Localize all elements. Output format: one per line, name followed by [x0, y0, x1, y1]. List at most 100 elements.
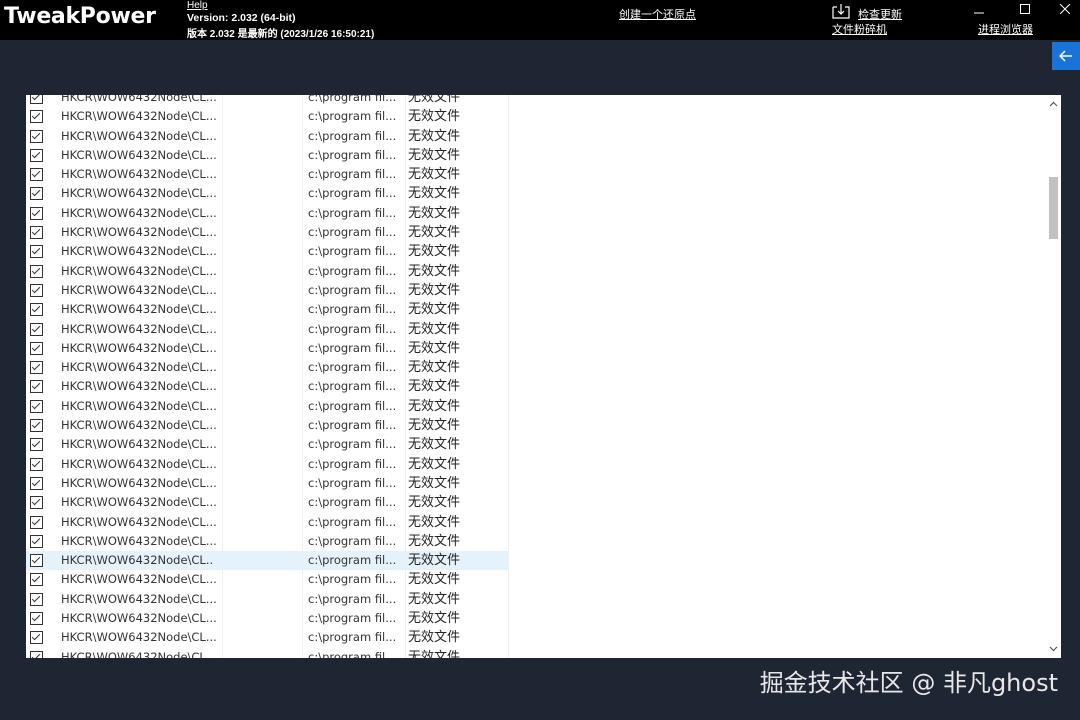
registry-key-cell: HKCR\WOW6432Node\CL... — [50, 589, 223, 610]
checkbox-checked-icon[interactable] — [30, 419, 43, 433]
issue-description-cell: 无效文件 — [403, 512, 509, 532]
file-path-cell: c:\program fil... — [303, 358, 406, 378]
checkbox-checked-icon[interactable] — [30, 110, 43, 124]
checkbox-checked-icon[interactable] — [30, 534, 43, 548]
table-row[interactable]: HKCR\WOW6432Node\CL... c:\program fil... 无… — [26, 609, 1046, 629]
checkbox-checked-icon[interactable] — [30, 226, 43, 240]
empty-cell — [212, 396, 303, 417]
table-row[interactable]: HKCR\WOW6432Node\CL... c:\program fil... 无… — [26, 184, 1046, 204]
table-row[interactable]: HKCR\WOW6432Node\CL... c:\program fil... 无… — [26, 145, 1046, 166]
maximize-button[interactable] — [1014, 1, 1036, 17]
checkbox-checked-icon[interactable] — [30, 592, 43, 606]
checkbox-checked-icon[interactable] — [30, 457, 43, 471]
registry-key-cell: HKCR\WOW6432Node\CL... — [50, 338, 223, 359]
checkbox-checked-icon[interactable] — [30, 476, 43, 490]
table-row[interactable]: HKCR\WOW6432Node\CL... c:\program fil... 无… — [26, 261, 1046, 281]
vertical-scrollbar[interactable] — [1045, 95, 1061, 658]
checkbox-checked-icon[interactable] — [30, 631, 43, 645]
registry-key-cell: HKCR\WOW6432Node\CL... — [50, 609, 223, 629]
checkbox-checked-icon[interactable] — [30, 515, 43, 529]
checkbox-checked-icon[interactable] — [30, 245, 43, 259]
registry-key-cell: HKCR\WOW6432Node\CL... — [50, 435, 223, 455]
minimize-button[interactable] — [968, 1, 990, 17]
results-list[interactable]: HKCR\WOW6432Node\CL... c:\program fil... 无… — [26, 95, 1061, 658]
checkbox-checked-icon[interactable] — [30, 264, 43, 278]
table-row[interactable]: HKCR\WOW6432Node\CL... c:\program fil... 无… — [26, 126, 1046, 146]
checkbox-checked-icon[interactable] — [30, 187, 43, 201]
table-row[interactable]: HKCR\WOW6432Node\CL... c:\program fil... 无… — [26, 416, 1046, 436]
checkbox-checked-icon[interactable] — [30, 573, 43, 587]
table-row[interactable]: HKCR\WOW6432Node\CL... c:\program fil... 无… — [26, 300, 1046, 320]
checkbox-checked-icon[interactable] — [30, 168, 43, 182]
registry-key-cell: HKCR\WOW6432Node\CL... — [50, 647, 223, 658]
table-row[interactable]: HKCR\WOW6432Node\CL... c:\program fil... 无… — [26, 531, 1046, 552]
table-row[interactable]: HKCR\WOW6432Node\CL... c:\program fil... 无… — [26, 242, 1046, 262]
checkbox-checked-icon[interactable] — [30, 650, 43, 658]
table-row[interactable]: HKCR\WOW6432Node\CL... c:\program fil... 无… — [26, 512, 1046, 532]
scroll-up-button[interactable] — [1045, 97, 1061, 111]
checkbox-checked-icon[interactable] — [30, 303, 43, 317]
table-row[interactable]: HKCR\WOW6432Node\CL... c:\program fil... 无… — [26, 377, 1046, 397]
checkbox-checked-icon[interactable] — [30, 554, 43, 568]
table-row[interactable]: HKCR\WOW6432Node\CL... c:\program fil... 无… — [26, 589, 1046, 610]
row-checkbox-cell — [26, 493, 50, 512]
table-row[interactable]: HKCR\WOW6432Node\CL... c:\program fil... 无… — [26, 435, 1046, 455]
empty-cell — [212, 319, 303, 339]
scroll-down-button[interactable] — [1045, 642, 1061, 656]
table-row[interactable]: HKCR\WOW6432Node\CL... c:\program fil... 无… — [26, 493, 1046, 513]
checkbox-checked-icon[interactable] — [30, 283, 43, 297]
issue-description-cell: 无效文件 — [403, 242, 509, 262]
table-row[interactable]: HKCR\WOW6432Node\CL... c:\program fil... 无… — [26, 570, 1046, 590]
checkbox-checked-icon[interactable] — [30, 399, 43, 413]
back-button[interactable] — [1052, 42, 1080, 70]
table-row[interactable]: HKCR\WOW6432Node\CL... c:\program fil... 无… — [26, 319, 1046, 339]
checkbox-checked-icon[interactable] — [30, 438, 43, 452]
checkbox-checked-icon[interactable] — [30, 322, 43, 336]
table-row[interactable]: HKCR\WOW6432Node\CL... c:\program fil... 无… — [26, 223, 1046, 243]
issue-description-cell: 无效文件 — [403, 261, 509, 281]
help-link[interactable]: Help — [187, 0, 208, 11]
issue-description-cell: 无效文件 — [403, 377, 509, 397]
row-checkbox-cell — [26, 339, 50, 358]
empty-cell — [212, 358, 303, 378]
check-updates-link[interactable]: 检查更新 — [858, 6, 902, 22]
file-shredder-link[interactable]: 文件粉碎机 — [832, 21, 887, 37]
process-browser-link[interactable]: 进程浏览器 — [978, 21, 1033, 37]
checkbox-checked-icon[interactable] — [30, 341, 43, 355]
row-checkbox-cell — [26, 435, 50, 454]
table-row[interactable]: HKCR\WOW6432Node\CL... c:\program fil... 无… — [26, 338, 1046, 359]
checkbox-checked-icon[interactable] — [30, 612, 43, 626]
table-row[interactable]: HKCR\WOW6432Node\CL... c:\program fil... 无… — [26, 107, 1046, 127]
checkbox-checked-icon[interactable] — [30, 361, 43, 375]
issue-description-cell: 无效文件 — [403, 280, 509, 301]
table-row[interactable]: HKCR\WOW6432Node\CL... c:\program fil... 无… — [26, 203, 1046, 224]
download-box-icon[interactable] — [832, 3, 850, 19]
checkbox-checked-icon[interactable] — [30, 496, 43, 510]
close-button[interactable] — [1054, 1, 1076, 17]
file-path-cell: c:\program fil... — [303, 223, 406, 243]
issue-description-cell: 无效文件 — [403, 319, 509, 339]
checkbox-checked-icon[interactable] — [30, 95, 43, 104]
file-path-cell: c:\program fil... — [303, 203, 406, 224]
file-path-cell: c:\program fil... — [303, 647, 406, 658]
table-row[interactable]: HKCR\WOW6432Node\CL... c:\program fil... 无… — [26, 628, 1046, 648]
table-row[interactable]: HKCR\WOW6432Node\CL... c:\program fil... 无… — [26, 551, 1046, 571]
file-path-cell: c:\program fil... — [303, 338, 406, 359]
registry-key-cell: HKCR\WOW6432Node\CL... — [50, 145, 223, 166]
table-row[interactable]: HKCR\WOW6432Node\CL... c:\program fil... 无… — [26, 95, 1046, 108]
checkbox-checked-icon[interactable] — [30, 129, 43, 143]
create-restore-point-link[interactable]: 创建一个还原点 — [619, 6, 696, 22]
checkbox-checked-icon[interactable] — [30, 206, 43, 220]
table-row[interactable]: HKCR\WOW6432Node\CL... c:\program fil... 无… — [26, 647, 1046, 658]
checkbox-checked-icon[interactable] — [30, 380, 43, 394]
file-path-cell: c:\program fil... — [303, 319, 406, 339]
table-row[interactable]: HKCR\WOW6432Node\CL... c:\program fil... 无… — [26, 280, 1046, 301]
table-row[interactable]: HKCR\WOW6432Node\CL... c:\program fil... 无… — [26, 454, 1046, 474]
table-row[interactable]: HKCR\WOW6432Node\CL... c:\program fil... 无… — [26, 396, 1046, 417]
scrollbar-thumb[interactable] — [1049, 177, 1058, 239]
table-row[interactable]: HKCR\WOW6432Node\CL... c:\program fil... 无… — [26, 473, 1046, 494]
table-row[interactable]: HKCR\WOW6432Node\CL... c:\program fil... 无… — [26, 165, 1046, 185]
file-path-cell: c:\program fil... — [303, 95, 406, 108]
table-row[interactable]: HKCR\WOW6432Node\CL... c:\program fil... 无… — [26, 358, 1046, 378]
checkbox-checked-icon[interactable] — [30, 148, 43, 162]
